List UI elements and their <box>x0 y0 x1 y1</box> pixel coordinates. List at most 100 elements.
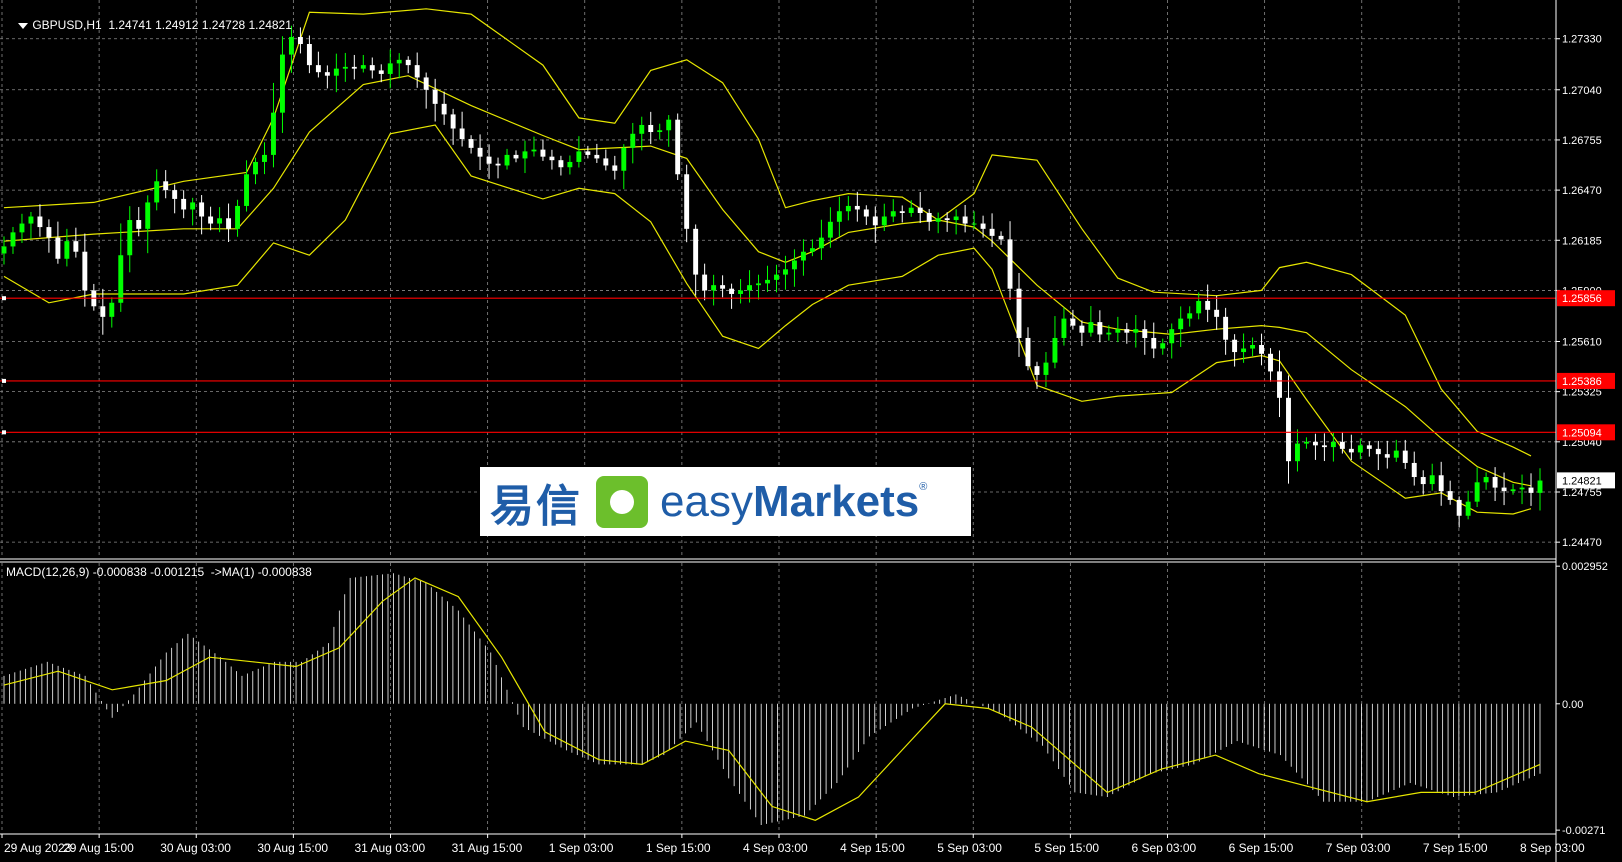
candle-body <box>253 161 258 175</box>
candle-body <box>1411 462 1417 478</box>
price-axis-label: 1.26470 <box>1562 185 1602 197</box>
candle-body <box>351 66 357 69</box>
candle-body <box>621 147 627 171</box>
candle-body <box>414 65 420 78</box>
candle-body <box>1295 443 1300 462</box>
candle-body <box>145 202 151 229</box>
candle-body <box>1079 325 1085 333</box>
candle-body <box>1016 288 1022 338</box>
candle-body <box>1447 491 1453 500</box>
candle-body <box>648 124 654 133</box>
candle-body <box>567 161 573 168</box>
candle-body <box>971 223 977 225</box>
candle-body <box>208 216 214 224</box>
candle-body <box>405 59 411 66</box>
candle-body <box>1357 445 1363 453</box>
candle-body <box>1330 441 1336 448</box>
candle-body <box>774 274 779 280</box>
candle-body <box>280 54 285 113</box>
candle-body <box>118 255 124 303</box>
candle-body <box>675 119 681 175</box>
candle-body <box>531 149 537 152</box>
time-axis-label: 5 Sep 15:00 <box>1034 841 1099 855</box>
candle-body <box>836 211 842 222</box>
candle-body <box>522 151 528 159</box>
price-level-label: 1.25094 <box>1562 427 1602 439</box>
candle-body <box>1025 337 1031 367</box>
candle-body <box>1519 487 1525 490</box>
candle-body <box>1223 316 1229 340</box>
candle-body <box>369 65 375 71</box>
candle-body <box>46 227 52 238</box>
candle-body <box>1438 475 1444 492</box>
candle-body <box>1169 329 1175 344</box>
candle-body <box>630 133 636 148</box>
candle-body <box>360 65 366 69</box>
time-axis-label: 7 Sep 03:00 <box>1326 841 1391 855</box>
candle-body <box>1268 353 1273 372</box>
candle-body <box>55 237 61 259</box>
candle-body <box>333 68 339 76</box>
candle-body <box>702 274 708 291</box>
candle-body <box>845 205 851 212</box>
time-axis-label: 4 Sep 03:00 <box>743 841 808 855</box>
candle-body <box>738 290 744 294</box>
candle-body <box>549 156 555 161</box>
chart-window: 1.273301.270401.267551.264701.261851.259… <box>0 0 1622 862</box>
candle-body <box>1061 318 1067 338</box>
candle-body <box>881 216 887 226</box>
price-level-label: 1.25856 <box>1562 293 1602 305</box>
time-axis-label: 6 Sep 03:00 <box>1132 841 1197 855</box>
time-axis-label: 1 Sep 15:00 <box>646 841 711 855</box>
candle-body <box>827 221 833 238</box>
candle-body <box>585 151 591 155</box>
candle-body <box>1 246 7 254</box>
price-axis-label: 1.26755 <box>1562 135 1602 147</box>
candle-body <box>1250 345 1256 349</box>
candle-body <box>10 232 16 247</box>
chart-background <box>0 0 1622 862</box>
candle-body <box>513 154 519 159</box>
candle-body <box>908 207 914 213</box>
time-axis-label: 30 Aug 03:00 <box>160 841 231 855</box>
candle-body <box>172 190 178 199</box>
candle-body <box>1384 454 1390 458</box>
candle-body <box>792 260 797 270</box>
candle-body <box>297 36 303 45</box>
candle-body <box>783 269 788 275</box>
price-axis-label: 1.24755 <box>1562 487 1602 499</box>
macd-axis-label: 0.002952 <box>1562 561 1608 573</box>
candle-body <box>28 216 34 224</box>
time-axis-label: 5 Sep 03:00 <box>937 841 1002 855</box>
candle-body <box>899 211 905 213</box>
candle-body <box>1187 313 1193 319</box>
price-axis-label: 1.27330 <box>1562 34 1602 46</box>
time-axis-label: 4 Sep 15:00 <box>840 841 905 855</box>
price-level-handle <box>2 430 6 435</box>
candle-body <box>809 248 815 252</box>
candle-body <box>962 216 968 224</box>
candle-body <box>1420 477 1426 485</box>
candle-body <box>1465 501 1471 516</box>
candle-body <box>1510 489 1516 492</box>
candle-body <box>199 202 205 217</box>
price-chart[interactable]: 1.273301.270401.267551.264701.261851.259… <box>0 0 1622 862</box>
candle-body <box>423 77 429 90</box>
symbol-header: GBPUSD,H1 1.24741 1.24912 1.24728 1.2482… <box>5 4 292 46</box>
candle-body <box>1043 362 1049 375</box>
candle-body <box>1196 301 1202 314</box>
candle-body <box>1501 487 1507 492</box>
time-axis-label: 31 Aug 15:00 <box>452 841 523 855</box>
candle-body <box>890 211 896 217</box>
candle-body <box>1241 348 1247 353</box>
candle-body <box>1151 337 1157 349</box>
candle-body <box>1205 301 1211 310</box>
candle-body <box>684 174 690 229</box>
candle-body <box>1124 329 1130 333</box>
collapse-triangle-icon[interactable] <box>18 22 29 29</box>
candle-body <box>765 279 770 284</box>
candle-body <box>1106 332 1112 335</box>
price-axis-label: 1.24470 <box>1562 537 1602 549</box>
candle-body <box>1474 482 1480 502</box>
candle-body <box>64 241 70 259</box>
